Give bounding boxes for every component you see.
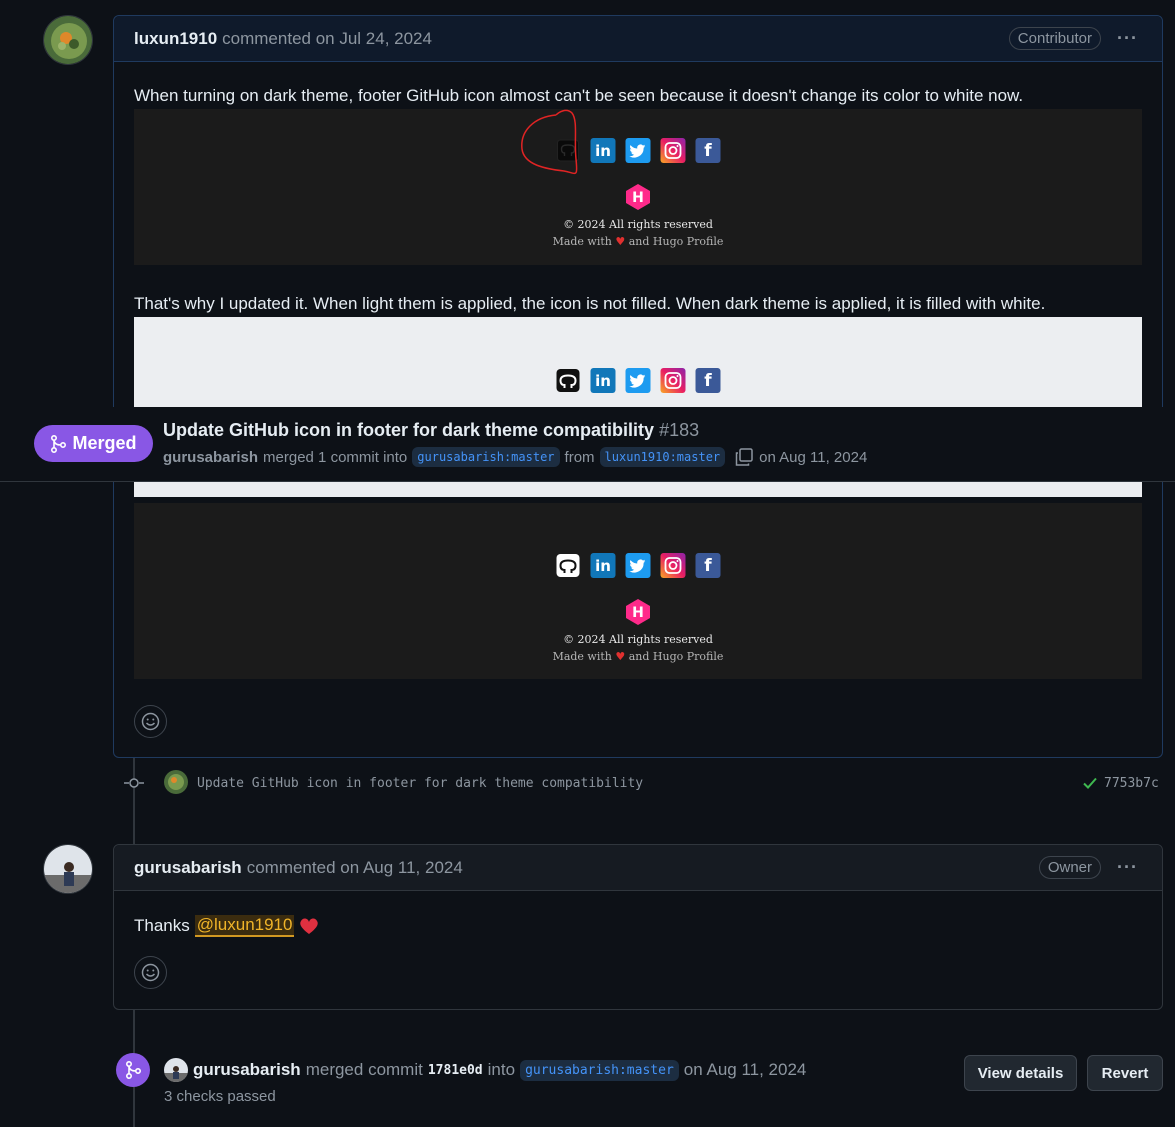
facebook-icon: f (695, 368, 721, 393)
hugo-logo: H (625, 598, 651, 626)
instagram-icon (660, 368, 686, 393)
commit-author-avatar[interactable] (164, 770, 188, 794)
merge-action: merged commit (305, 1060, 423, 1079)
merge-action: merged 1 commit into (263, 448, 408, 466)
avatar-image (44, 16, 92, 64)
svg-text:H: H (632, 190, 644, 206)
heart-icon: ♥ (615, 650, 626, 663)
role-badge: Contributor (1008, 27, 1101, 50)
comment-paragraph: Thanks @luxun1910 (134, 915, 319, 937)
thanks-text: Thanks (134, 916, 190, 935)
twitter-icon (625, 553, 651, 578)
comment-author[interactable]: gurusabarish (134, 858, 242, 878)
avatar-image (164, 770, 188, 794)
avatar-image (44, 845, 92, 893)
svg-text:H: H (632, 605, 644, 621)
kebab-menu-icon[interactable]: ··· (1117, 857, 1138, 878)
comment-header: luxun1910 commented on Jul 24, 2024 Cont… (114, 16, 1162, 62)
git-merge-icon (126, 1061, 141, 1079)
view-details-button[interactable]: View details (964, 1055, 1077, 1091)
twitter-icon (625, 368, 651, 393)
commit-node (124, 775, 144, 791)
pr-merge-summary: gurusabarish merged 1 commit into gurusa… (163, 447, 867, 467)
avatar-image (164, 1058, 188, 1082)
comment-author[interactable]: luxun1910 (134, 29, 217, 49)
pr-title-text: Update GitHub icon in footer for dark th… (163, 420, 655, 440)
merged-label: Merged (72, 433, 137, 453)
merge-date[interactable]: on Aug 11, 2024 (684, 1060, 807, 1080)
comment-luxun1910: luxun1910 commented on Jul 24, 2024 Cont… (113, 15, 1163, 758)
comment-timestamp[interactable]: commented on Aug 11, 2024 (247, 858, 463, 878)
comment-header: gurusabarish commented on Aug 11, 2024 O… (114, 845, 1162, 891)
footer-made-with: Made with ♥ and Hugo Profile (134, 650, 1142, 663)
footer-copyright: © 2024 All rights reserved (563, 218, 713, 231)
hugo-logo: H (625, 183, 651, 211)
head-branch[interactable]: luxun1910:master (599, 447, 726, 467)
merge-date[interactable]: on Aug 11, 2024 (759, 449, 867, 466)
merger-avatar[interactable] (164, 1058, 188, 1082)
check-icon[interactable] (1082, 775, 1098, 791)
add-reaction-button[interactable] (134, 705, 167, 738)
linkedin-icon: in (590, 553, 616, 578)
avatar-luxun1910[interactable] (43, 15, 93, 65)
made-with-prefix: Made with (552, 650, 612, 663)
copy-icon[interactable] (734, 447, 754, 467)
avatar-gurusabarish[interactable] (43, 844, 93, 894)
merger-username[interactable]: gurusabarish (163, 449, 258, 466)
linkedin-icon: in (590, 368, 616, 393)
git-merge-icon (51, 434, 67, 453)
commit-status: 7753b7c (1082, 775, 1159, 791)
made-with-prefix: Made with (552, 235, 612, 248)
comment-paragraph: When turning on dark theme, footer GitHu… (134, 86, 1024, 105)
facebook-icon: f (695, 553, 721, 578)
smiley-icon (141, 963, 160, 982)
made-with-suffix: and Hugo Profile (628, 235, 724, 248)
social-icons-row: in f (556, 368, 721, 393)
pr-title[interactable]: Update GitHub icon in footer for dark th… (163, 420, 699, 441)
merger-username[interactable]: gurusabarish (193, 1060, 301, 1080)
target-branch[interactable]: gurusabarish:master (520, 1059, 679, 1081)
github-icon (556, 553, 581, 578)
merge-event-summary: gurusabarish merged commit 1781e0d into … (164, 1058, 806, 1082)
smiley-icon (141, 712, 160, 731)
social-icons-row: in f (556, 553, 721, 578)
kebab-menu-icon[interactable]: ··· (1117, 28, 1138, 49)
comment-paragraph: That's why I updated it. When light them… (134, 294, 1046, 313)
facebook-icon: f (695, 138, 721, 163)
screenshot-dark-footer-before: in f H © 2024 All rights reserved Made w… (134, 109, 1142, 265)
pr-number: #183 (659, 420, 700, 440)
comment-timestamp[interactable]: commented on Jul 24, 2024 (222, 29, 432, 49)
merge-commit-sha[interactable]: 1781e0d (428, 1063, 483, 1078)
footer-copyright: © 2024 All rights reserved (563, 633, 713, 646)
comment-gurusabarish: gurusabarish commented on Aug 11, 2024 O… (113, 844, 1163, 1010)
instagram-icon (660, 138, 686, 163)
commit-sha[interactable]: 7753b7c (1104, 776, 1159, 791)
heart-icon: ♥ (615, 235, 626, 248)
from-text: from (564, 448, 595, 466)
into-text: into (487, 1060, 516, 1079)
revert-button[interactable]: Revert (1087, 1055, 1163, 1091)
instagram-icon (660, 553, 686, 578)
add-reaction-button[interactable] (134, 956, 167, 989)
made-with-suffix: and Hugo Profile (628, 650, 724, 663)
footer-made-with: Made with ♥ and Hugo Profile (134, 235, 1142, 248)
timeline-line (133, 758, 135, 846)
git-commit-icon (124, 778, 144, 788)
merged-status-badge: Merged (34, 425, 153, 462)
heart-emoji-icon (300, 918, 319, 934)
annotation-circle (521, 109, 578, 175)
base-branch[interactable]: gurusabarish:master (412, 447, 560, 467)
merge-event-badge (116, 1053, 150, 1087)
screenshot-dark-footer-after: in f H © 2024 All rights reserved Made w… (134, 503, 1142, 679)
checks-status[interactable]: 3 checks passed (164, 1088, 276, 1105)
role-badge: Owner (1038, 856, 1101, 879)
user-mention[interactable]: @luxun1910 (194, 915, 295, 937)
twitter-icon (625, 138, 651, 163)
sticky-pr-header: Merged Update GitHub icon in footer for … (0, 407, 1175, 482)
commit-message[interactable]: Update GitHub icon in footer for dark th… (197, 776, 643, 791)
github-icon (556, 368, 581, 393)
